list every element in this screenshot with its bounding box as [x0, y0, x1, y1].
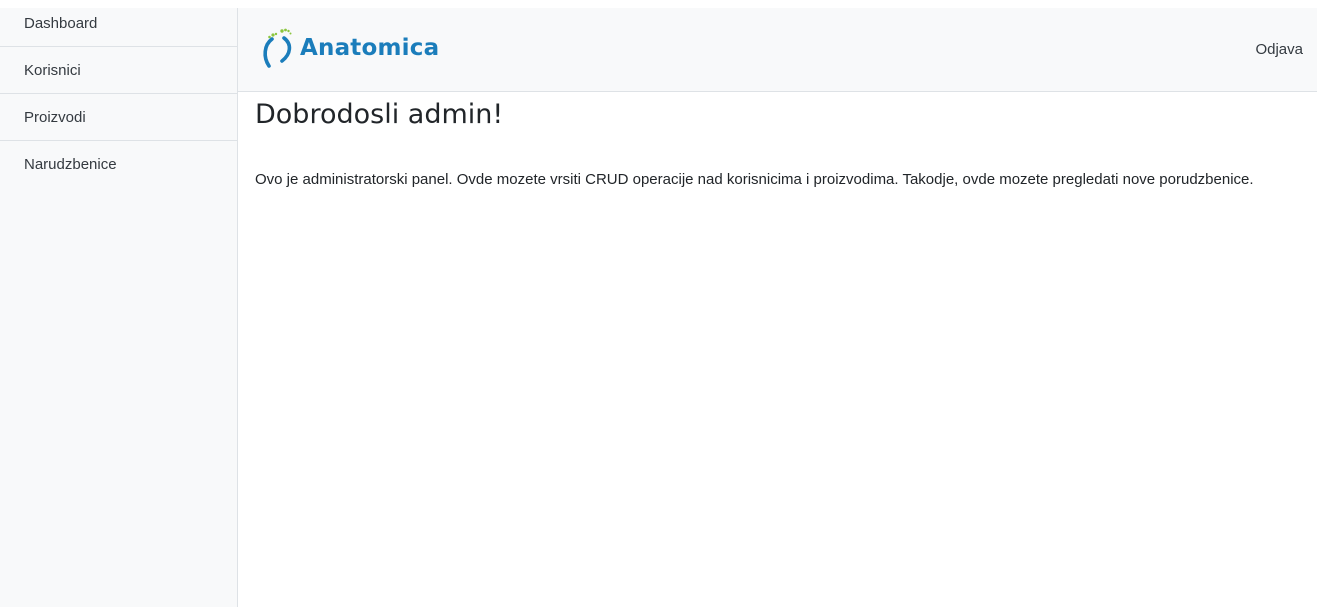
main-content: Dobrodosli admin! Ovo je administratorsk… — [255, 92, 1305, 190]
brand-name: Anatomica — [300, 35, 440, 61]
page-title: Dobrodosli admin! — [255, 99, 504, 130]
top-navbar: Anatomica Odjava — [238, 8, 1317, 92]
sidebar-item-dashboard[interactable]: Dashboard — [0, 0, 237, 47]
sidebar-item-narudzbenice[interactable]: Narudzbenice — [0, 141, 237, 188]
logout-link[interactable]: Odjava — [1255, 41, 1303, 58]
feet-logo-icon — [263, 28, 292, 68]
intro-text: Ovo je administratorski panel. Ovde moze… — [255, 171, 1254, 188]
sidebar-item-proizvodi[interactable]: Proizvodi — [0, 94, 237, 141]
sidebar: Dashboard Korisnici Proizvodi Narudzbeni… — [0, 8, 238, 607]
brand-link[interactable]: Anatomica — [260, 24, 439, 72]
sidebar-item-korisnici[interactable]: Korisnici — [0, 47, 237, 94]
